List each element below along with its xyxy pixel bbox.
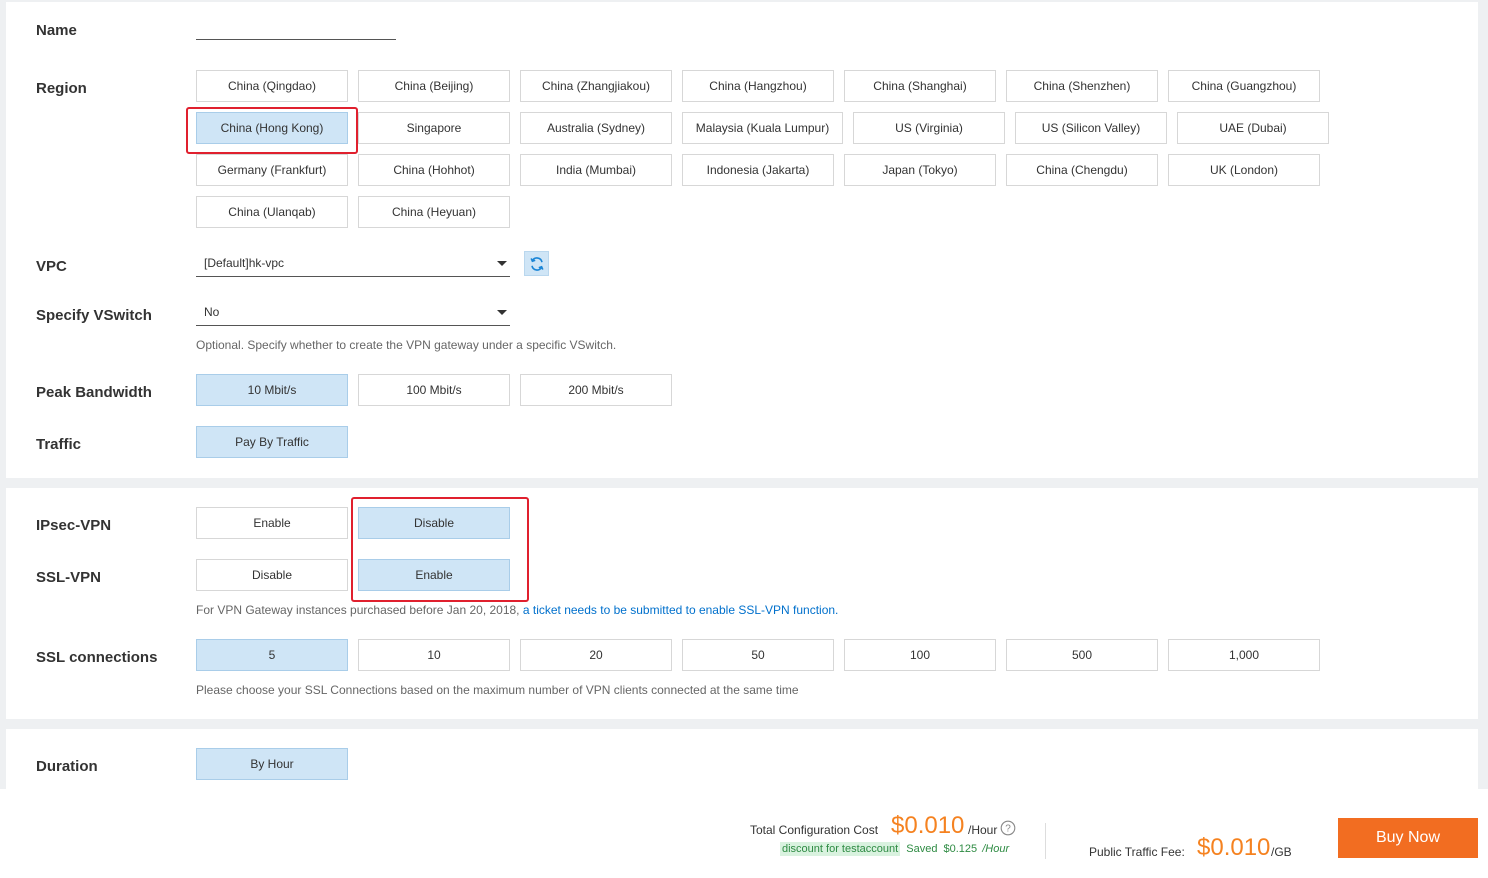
saved-amount: $0.125 — [943, 843, 978, 855]
discount-tag: discount for testaccount — [780, 842, 901, 856]
region-option-india-mumbai[interactable]: India (Mumbai) — [520, 154, 672, 186]
region-option-china-hong-kong[interactable]: China (Hong Kong) — [196, 112, 348, 144]
name-label: Name — [36, 22, 77, 39]
region-option-uae-dubai[interactable]: UAE (Dubai) — [1177, 112, 1329, 144]
duration-panel: Duration By Hour — [6, 729, 1478, 789]
ssl-connections-option-100[interactable]: 100 — [844, 639, 996, 671]
region-option-china-shanghai[interactable]: China (Shanghai) — [844, 70, 996, 102]
name-input[interactable] — [196, 22, 396, 40]
refresh-vpc-button[interactable] — [524, 251, 549, 276]
region-option-china-heyuan[interactable]: China (Heyuan) — [358, 196, 510, 228]
region-option-australia-sydney[interactable]: Australia (Sydney) — [520, 112, 672, 144]
ssl-connections-option-1-000[interactable]: 1,000 — [1168, 639, 1320, 671]
traffic-option-pay-by-traffic[interactable]: Pay By Traffic — [196, 426, 348, 458]
refresh-icon — [529, 256, 544, 271]
buy-now-button[interactable]: Buy Now — [1338, 818, 1478, 858]
bandwidth-label: Peak Bandwidth — [36, 384, 152, 401]
traffic-fee-label: Public Traffic Fee: — [1089, 845, 1185, 859]
submit-ticket-link[interactable]: a ticket needs to be submitted to enable… — [523, 603, 839, 617]
ssl-connections-option-20[interactable]: 20 — [520, 639, 672, 671]
ssl-connections-option-500[interactable]: 500 — [1006, 639, 1158, 671]
region-option-japan-tokyo[interactable]: Japan (Tokyo) — [844, 154, 996, 186]
total-cost-unit: /Hour — [968, 823, 998, 837]
saved-label: Saved — [906, 843, 938, 855]
traffic-fee-unit: /GB — [1271, 845, 1292, 859]
vswitch-label: Specify VSwitch — [36, 307, 152, 324]
svg-text:?: ? — [1005, 824, 1011, 835]
vpc-label: VPC — [36, 258, 67, 275]
total-cost-price: $0.010 — [891, 812, 965, 839]
region-option-malaysia-kuala-lumpur[interactable]: Malaysia (Kuala Lumpur) — [682, 112, 843, 144]
ssl-connections-option-10[interactable]: 10 — [358, 639, 510, 671]
region-option-singapore[interactable]: Singapore — [358, 112, 510, 144]
chevron-down-icon — [497, 261, 507, 266]
vpc-select[interactable]: [Default]hk-vpc — [196, 249, 510, 277]
duration-option-by-hour[interactable]: By Hour — [196, 748, 348, 780]
vswitch-hint: Optional. Specify whether to create the … — [196, 338, 617, 352]
discount-row: discount for testaccount Saved $0.125 /H… — [780, 842, 1010, 856]
duration-label: Duration — [36, 758, 98, 775]
ssl-connections-option-5[interactable]: 5 — [196, 639, 348, 671]
region-option-uk-london[interactable]: UK (London) — [1168, 154, 1320, 186]
region-option-china-ulanqab[interactable]: China (Ulanqab) — [196, 196, 348, 228]
total-cost-label: Total Configuration Cost — [750, 823, 879, 837]
traffic-fee-price: $0.010 — [1197, 834, 1271, 861]
vswitch-select-value: No — [204, 304, 220, 319]
region-option-china-qingdao[interactable]: China (Qingdao) — [196, 70, 348, 102]
ssl-connections-option-50[interactable]: 50 — [682, 639, 834, 671]
bandwidth-option-100-mbit-s[interactable]: 100 Mbit/s — [358, 374, 510, 406]
region-option-china-hohhot[interactable]: China (Hohhot) — [358, 154, 510, 186]
bandwidth-option-10-mbit-s[interactable]: 10 Mbit/s — [196, 374, 348, 406]
ssl-vpn-hint-text: For VPN Gateway instances purchased befo… — [196, 603, 523, 617]
traffic-label: Traffic — [36, 436, 82, 453]
region-option-china-hangzhou[interactable]: China (Hangzhou) — [682, 70, 834, 102]
vswitch-select[interactable]: No — [196, 298, 510, 326]
region-option-china-shenzhen[interactable]: China (Shenzhen) — [1006, 70, 1158, 102]
region-option-china-guangzhou[interactable]: China (Guangzhou) — [1168, 70, 1320, 102]
ipsec-label: IPsec-VPN — [36, 517, 112, 534]
chevron-down-icon — [497, 310, 507, 315]
region-option-china-chengdu[interactable]: China (Chengdu) — [1006, 154, 1158, 186]
ssl-vpn-hint: For VPN Gateway instances purchased befo… — [196, 603, 838, 617]
instance-config-panel: Name Region China (Qingdao) China (Beijin… — [6, 2, 1478, 478]
vpc-select-value: [Default]hk-vpc — [204, 255, 285, 270]
vpn-features-panel: IPsec-VPN Enable Disable SSL-VPN Disable E… — [6, 488, 1478, 719]
ssl-connections-label: SSL connections — [36, 649, 158, 666]
ipsec-option-enable[interactable]: Enable — [196, 507, 348, 539]
ssl-connections-hint: Please choose your SSL Connections based… — [196, 683, 799, 697]
help-icon[interactable]: ? — [1000, 820, 1016, 841]
ssl-vpn-option-enable[interactable]: Enable — [358, 559, 510, 591]
region-option-china-beijing[interactable]: China (Beijing) — [358, 70, 510, 102]
bandwidth-option-200-mbit-s[interactable]: 200 Mbit/s — [520, 374, 672, 406]
region-option-china-zhangjiakou[interactable]: China (Zhangjiakou) — [520, 70, 672, 102]
ssl-vpn-label: SSL-VPN — [36, 569, 102, 586]
saved-unit: /Hour — [982, 843, 1010, 855]
region-option-us-silicon-valley[interactable]: US (Silicon Valley) — [1015, 112, 1167, 144]
region-option-germany-frankfurt[interactable]: Germany (Frankfurt) — [196, 154, 348, 186]
ssl-vpn-option-disable[interactable]: Disable — [196, 559, 348, 591]
region-label: Region — [36, 80, 87, 97]
region-option-us-virginia[interactable]: US (Virginia) — [853, 112, 1005, 144]
footer-divider — [1045, 823, 1046, 859]
order-footer: Total Configuration Cost $0.010 /Hour ? … — [0, 789, 1488, 878]
region-option-indonesia-jakarta[interactable]: Indonesia (Jakarta) — [682, 154, 834, 186]
ipsec-option-disable[interactable]: Disable — [358, 507, 510, 539]
